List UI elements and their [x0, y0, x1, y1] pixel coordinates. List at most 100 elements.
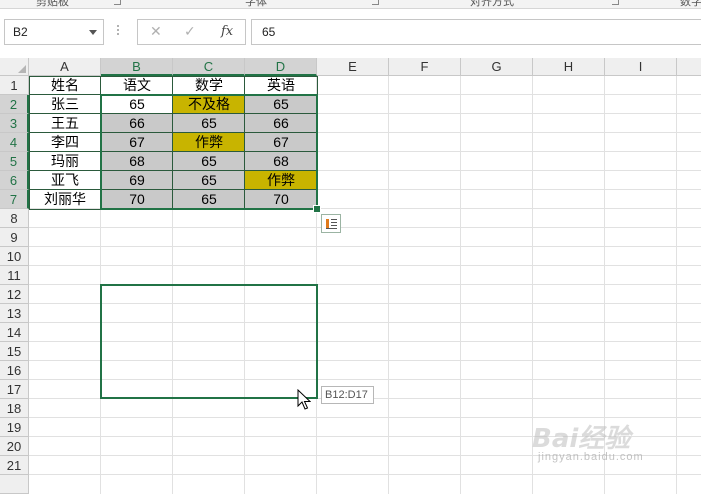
cancel-icon[interactable]: ✕ [150, 23, 162, 40]
cell-d3[interactable]: 66 [245, 114, 317, 133]
cell-c1[interactable]: 数学 [173, 76, 245, 95]
gridline [29, 303, 701, 304]
cell-a6[interactable]: 亚飞 [29, 171, 101, 190]
row-header[interactable]: 8 [0, 209, 29, 228]
gridline [29, 379, 701, 380]
gridline [29, 246, 701, 247]
cell-a3[interactable]: 王五 [29, 114, 101, 133]
name-box-value[interactable]: B2 [13, 25, 28, 39]
formula-buttons: ✕ ✓ fx [137, 19, 246, 45]
cell-b3[interactable]: 66 [101, 114, 173, 133]
row-header[interactable]: 17 [0, 380, 29, 399]
watermark-logo: Bai经验 [532, 424, 631, 454]
cell-b2[interactable]: 65 [101, 95, 173, 114]
cell-c4[interactable]: 作弊 [173, 133, 245, 152]
gridline [29, 360, 701, 361]
function-icon[interactable]: fx [221, 24, 233, 39]
chevron-down-icon[interactable] [89, 30, 97, 35]
enter-icon[interactable]: ✓ [184, 23, 196, 40]
ribbon-group-font[interactable]: 字体 [245, 0, 267, 8]
row-header[interactable]: 7 [0, 190, 29, 209]
column-header-i[interactable]: I [605, 58, 677, 76]
fill-handle[interactable] [313, 205, 321, 213]
table-border [29, 132, 317, 133]
gridline [460, 76, 461, 494]
cell-b4[interactable]: 67 [101, 133, 173, 152]
quick-analysis-icon[interactable] [321, 214, 341, 233]
cell-b5[interactable]: 68 [101, 152, 173, 171]
column-header-c[interactable]: C [173, 58, 245, 76]
name-box[interactable]: B2 [4, 19, 104, 45]
select-all-corner[interactable] [0, 58, 29, 76]
cell-c5[interactable]: 65 [173, 152, 245, 171]
cell-a1[interactable]: 姓名 [29, 76, 101, 95]
cell-c2[interactable]: 不及格 [173, 95, 245, 114]
gridline [29, 265, 701, 266]
row-header[interactable]: 14 [0, 323, 29, 342]
cell-b7[interactable]: 70 [101, 190, 173, 209]
gridline [29, 227, 701, 228]
row-header[interactable]: 21 [0, 456, 29, 475]
row-header[interactable]: 9 [0, 228, 29, 247]
row-header[interactable]: 3 [0, 114, 29, 133]
row-header[interactable]: 11 [0, 266, 29, 285]
table-border [29, 151, 317, 152]
font-launcher-icon[interactable] [372, 0, 379, 5]
row-header[interactable]: 2 [0, 95, 29, 114]
mouse-pointer-icon [297, 389, 311, 410]
clipboard-launcher-icon[interactable] [114, 0, 121, 5]
column-header-j[interactable] [677, 58, 701, 76]
column-header-f[interactable]: F [389, 58, 461, 76]
table-border [29, 113, 317, 114]
row-header[interactable]: 12 [0, 285, 29, 304]
row-header[interactable]: 18 [0, 399, 29, 418]
watermark-url: jingyan.baidu.com [538, 451, 644, 463]
row-header[interactable]: 19 [0, 418, 29, 437]
column-header-a[interactable]: A [29, 58, 101, 76]
cell-d1[interactable]: 英语 [245, 76, 317, 95]
formula-input[interactable]: 65 [251, 19, 701, 45]
cell-c6[interactable]: 65 [173, 171, 245, 190]
ribbon-group-number[interactable]: 数字 [680, 0, 701, 8]
cell-a4[interactable]: 李四 [29, 133, 101, 152]
cell-d5[interactable]: 68 [245, 152, 317, 171]
cell-d7[interactable]: 70 [245, 190, 317, 209]
table-border [29, 189, 317, 190]
column-header-d[interactable]: D [245, 58, 317, 76]
gridline [388, 76, 389, 494]
formula-value[interactable]: 65 [262, 25, 275, 39]
gridline [29, 474, 701, 475]
column-header-h[interactable]: H [533, 58, 605, 76]
column-header-g[interactable]: G [461, 58, 533, 76]
cell-b1[interactable]: 语文 [101, 76, 173, 95]
drag-handle-icon[interactable] [116, 25, 120, 39]
column-header-b[interactable]: B [101, 58, 173, 76]
row-header[interactable]: 1 [0, 76, 29, 95]
ribbon-group-alignment[interactable]: 对齐方式 [470, 0, 514, 8]
ribbon-strip: 剪贴板 字体 对齐方式 数字 [0, 0, 701, 9]
cell-d2[interactable]: 65 [245, 95, 317, 114]
gridline [29, 341, 701, 342]
row-header[interactable]: 4 [0, 133, 29, 152]
row-header[interactable]: 6 [0, 171, 29, 190]
cell-a5[interactable]: 玛丽 [29, 152, 101, 171]
cell-d6[interactable]: 作弊 [245, 171, 317, 190]
cell-c7[interactable]: 65 [173, 190, 245, 209]
cell-b6[interactable]: 69 [101, 171, 173, 190]
row-header[interactable]: 5 [0, 152, 29, 171]
row-header[interactable]: 10 [0, 247, 29, 266]
row-header[interactable]: 20 [0, 437, 29, 456]
row-header[interactable]: 15 [0, 342, 29, 361]
row-header[interactable]: 16 [0, 361, 29, 380]
cell-a7[interactable]: 刘丽华 [29, 190, 101, 209]
cell-c3[interactable]: 65 [173, 114, 245, 133]
ribbon-group-clipboard[interactable]: 剪贴板 [36, 0, 69, 8]
row-header[interactable] [0, 475, 29, 494]
alignment-launcher-icon[interactable] [612, 0, 619, 5]
cell-a2[interactable]: 张三 [29, 95, 101, 114]
formula-bar-area: B2 ✕ ✓ fx 65 [0, 9, 701, 58]
cell-d4[interactable]: 67 [245, 133, 317, 152]
gridline [29, 284, 701, 285]
column-header-e[interactable]: E [317, 58, 389, 76]
row-header[interactable]: 13 [0, 304, 29, 323]
